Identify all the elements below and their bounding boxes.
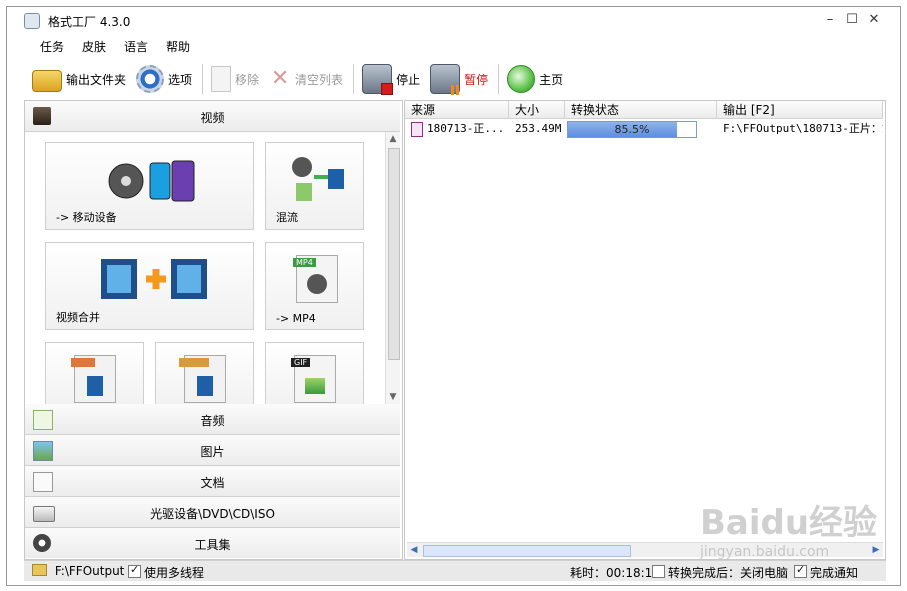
category-video[interactable]: 视频 [25, 101, 400, 132]
title-bar: 格式工厂 4.3.0 – ☐ ✕ [14, 10, 886, 32]
elapsed-time: 耗时：00:18:14 [570, 566, 660, 580]
category-audio[interactable]: 音频 [25, 404, 400, 435]
scroll-up-icon[interactable]: ▲ [386, 132, 400, 146]
gif-file-icon: GIF [291, 355, 336, 403]
tile-mobile-device[interactable]: -> 移动设备 [45, 142, 254, 230]
home-globe-icon [507, 65, 536, 93]
minimize-button[interactable]: – [822, 12, 838, 28]
folder-small-icon [32, 564, 47, 576]
tile-video-join-label: 视频合并 [56, 311, 100, 324]
remove-document-icon [211, 66, 232, 92]
tile-video-join[interactable]: 视频合并 [45, 242, 254, 330]
toolbar: 输出文件夹 选项 移除 ✕ 清空列表 停止 暂停 主页 [32, 60, 573, 98]
row-size: 253.49M [515, 122, 562, 135]
pause-button[interactable]: 暂停 [430, 64, 489, 95]
shutdown-checkbox[interactable] [652, 565, 665, 578]
folder-icon [32, 70, 62, 92]
task-list: 来源 大小 转换状态 输出 [F2] 180713-正... 253.49M 8… [404, 100, 886, 560]
gif-badge: GIF [291, 358, 311, 367]
baidu-watermark: Baidu经验 jingyan.baidu.com [700, 495, 900, 575]
home-button[interactable]: 主页 [507, 65, 563, 93]
close-button[interactable]: ✕ [866, 12, 882, 28]
row-source: 180713-正... [427, 122, 505, 135]
mux-icon [292, 157, 344, 201]
multithread-checkbox[interactable] [128, 563, 141, 578]
tile-video-format-a[interactable] [45, 342, 144, 404]
tile-mux-label: 混流 [276, 211, 298, 224]
options-button[interactable]: 选项 [136, 65, 192, 93]
multithread-label: 使用多线程 [144, 566, 205, 580]
stop-icon [362, 64, 394, 95]
category-document[interactable]: 文档 [25, 466, 400, 497]
tile-mux[interactable]: 混流 [265, 142, 364, 230]
pause-label: 暂停 [464, 72, 489, 87]
menu-task[interactable]: 任务 [40, 38, 64, 56]
watermark-brand: Baidu经验 [700, 503, 878, 543]
stop-label: 停止 [396, 72, 421, 87]
clear-list-label: 清空列表 [295, 72, 344, 87]
category-audio-label: 音频 [200, 414, 225, 428]
remove-label: 移除 [235, 72, 260, 87]
output-folder-button[interactable]: 输出文件夹 [32, 66, 126, 92]
tile-to-gif[interactable]: GIF [265, 342, 364, 404]
video-file-icon [71, 355, 116, 403]
output-path-text: F:\FFOutput [54, 564, 125, 578]
tile-to-mp4-label: -> MP4 [276, 312, 316, 325]
home-label: 主页 [539, 72, 564, 87]
menu-skin[interactable]: 皮肤 [82, 38, 106, 56]
menu-bar: 任务 皮肤 语言 帮助 [40, 38, 190, 56]
category-panel: 视频 -> 移动设备 混流 视频合并 MP4 -> MP4 GIF ▲ ▼ 音频… [24, 100, 403, 560]
toolbar-divider [202, 64, 204, 94]
tile-mobile-label: -> 移动设备 [56, 211, 117, 224]
row-output-path: F:\FFOutput\180713-正片：第 [723, 122, 883, 135]
clear-list-button[interactable]: ✕ 清空列表 [269, 67, 343, 91]
scrollbar-thumb[interactable] [388, 148, 400, 360]
window-title: 格式工厂 4.3.0 [48, 15, 131, 29]
options-label: 选项 [168, 72, 193, 87]
toolbar-divider [498, 64, 500, 94]
maximize-button[interactable]: ☐ [844, 12, 860, 28]
output-folder-label: 输出文件夹 [66, 72, 127, 87]
clear-x-icon: ✕ [270, 66, 290, 91]
conversion-progress-bar: 85.5% [567, 121, 697, 138]
category-video-label: 视频 [200, 111, 225, 125]
video-tiles-grid: -> 移动设备 混流 视频合并 MP4 -> MP4 GIF [25, 132, 385, 404]
toolbar-divider [353, 64, 355, 94]
output-folder-status[interactable]: F:\FFOutput [32, 564, 124, 578]
mp4-badge: MP4 [293, 258, 316, 267]
column-header-source[interactable]: 来源 [405, 101, 509, 119]
scroll-left-icon[interactable]: ◀ [407, 543, 421, 557]
tile-to-mp4[interactable]: MP4 -> MP4 [265, 242, 364, 330]
horizontal-scrollbar-thumb[interactable] [423, 545, 631, 557]
video-join-icon [101, 259, 207, 299]
mobile-devices-icon [108, 160, 195, 202]
gear-icon [136, 65, 165, 93]
video-file-icon [179, 355, 226, 403]
video-file-row-icon [411, 122, 423, 137]
multithread-toggle[interactable]: 使用多线程 [128, 563, 205, 581]
category-disc-label: 光驱设备\DVD\CD\ISO [150, 507, 275, 521]
category-tools-label: 工具集 [194, 538, 231, 552]
app-logo-icon [24, 13, 40, 29]
progress-text: 85.5% [614, 123, 650, 136]
watermark-url: jingyan.baidu.com [700, 544, 830, 560]
tiles-scrollbar[interactable]: ▲ ▼ [385, 132, 400, 404]
category-disc[interactable]: 光驱设备\DVD\CD\ISO [25, 497, 400, 528]
column-header-output[interactable]: 输出 [F2] [717, 101, 883, 119]
mp4-file-icon: MP4 [293, 255, 338, 303]
column-header-size[interactable]: 大小 [509, 101, 565, 119]
column-header-status[interactable]: 转换状态 [565, 101, 717, 119]
category-tools[interactable]: 工具集 [25, 528, 400, 558]
category-image[interactable]: 图片 [25, 435, 400, 466]
remove-button[interactable]: 移除 [211, 66, 259, 92]
scroll-down-icon[interactable]: ▼ [386, 390, 400, 404]
menu-help[interactable]: 帮助 [166, 38, 190, 56]
tile-video-format-b[interactable] [155, 342, 254, 404]
pause-icon [430, 64, 462, 95]
category-image-label: 图片 [200, 445, 225, 459]
stop-button[interactable]: 停止 [362, 64, 421, 95]
category-document-label: 文档 [200, 476, 225, 490]
menu-language[interactable]: 语言 [124, 38, 148, 56]
